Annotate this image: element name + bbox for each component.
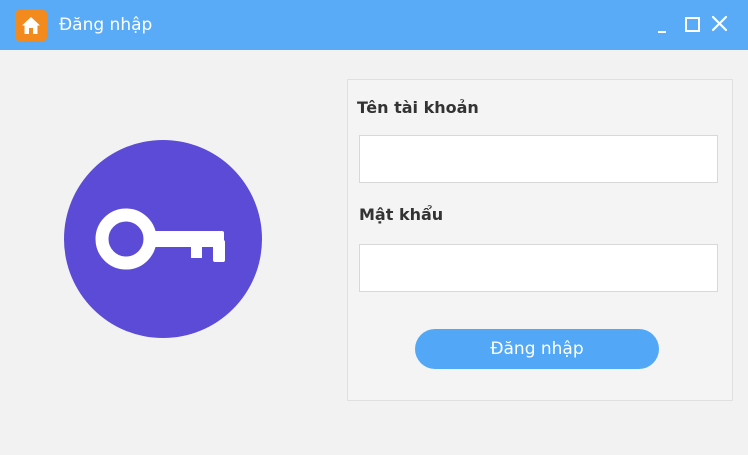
minimize-button[interactable] [654,14,674,36]
close-icon [711,15,728,32]
maximize-icon [685,17,700,32]
username-label: Tên tài khoản [357,98,479,117]
login-form: Tên tài khoản Mật khẩu Đăng nhập [347,79,733,401]
login-button[interactable]: Đăng nhập [415,329,659,369]
password-label: Mật khẩu [359,205,444,224]
window-title: Đăng nhập [59,15,153,35]
close-button[interactable] [710,14,730,36]
password-input[interactable] [359,244,718,292]
minimize-icon [658,31,666,33]
maximize-button[interactable] [683,14,703,36]
home-icon [15,10,47,41]
username-input[interactable] [359,135,718,183]
login-window: Đăng nhập Tên tài khoản Mật khẩu Đăng nh… [0,0,748,455]
title-bar[interactable]: Đăng nhập [0,0,748,50]
key-icon [95,208,225,270]
key-illustration [64,140,262,338]
